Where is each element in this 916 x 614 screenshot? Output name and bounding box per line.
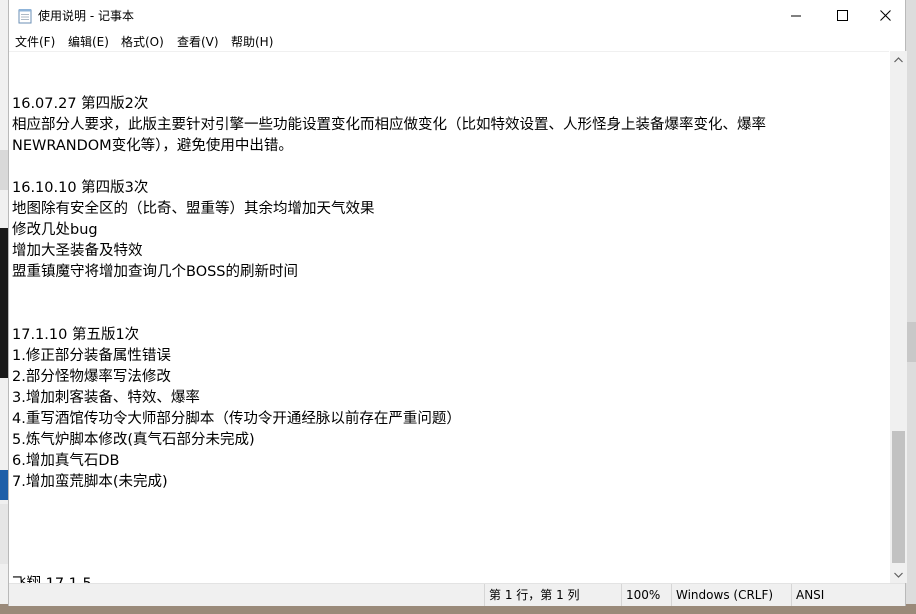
minimize-button[interactable] xyxy=(773,0,819,31)
text-line: 4.重写酒馆传功令大师部分脚本（传功令开通经脉以前存在严重问题） xyxy=(12,411,461,427)
text-line: 7.增加蛮荒脚本(未完成) xyxy=(12,474,168,490)
scroll-down-button[interactable] xyxy=(890,566,907,583)
chevron-down-icon xyxy=(894,572,903,578)
background-right-strip xyxy=(906,0,916,614)
encoding: ANSI xyxy=(791,584,905,606)
text-line: 相应部分人要求，此版主要针对引擎一些功能设置变化而相应做变化（比如特效设置、人形… xyxy=(12,117,766,133)
text-line: 增加大圣装备及特效 xyxy=(12,243,143,259)
menu-bar: 文件(F) 编辑(E) 格式(O) 查看(V) 帮助(H) xyxy=(9,31,905,51)
menu-edit[interactable]: 编辑(E) xyxy=(68,33,109,50)
chevron-up-icon xyxy=(894,56,903,62)
notepad-window: 使用说明 - 记事本 文件(F) 编辑(E) 格式(O) 查看(V) 帮助(H)… xyxy=(8,0,907,606)
scroll-thumb[interactable] xyxy=(892,431,905,563)
notepad-icon xyxy=(18,9,32,24)
window-title: 使用说明 - 记事本 xyxy=(38,9,134,23)
close-button[interactable] xyxy=(862,0,908,31)
scroll-up-button[interactable] xyxy=(890,51,907,68)
maximize-button[interactable] xyxy=(819,0,865,31)
text-line: 盟重镇魔守将增加查询几个BOSS的刷新时间 xyxy=(12,264,299,280)
vertical-scrollbar[interactable] xyxy=(890,51,907,583)
text-line: 修改几处bug xyxy=(12,222,98,238)
text-line: 16.07.27 第四版2次 xyxy=(12,96,149,112)
zoom-level: 100% xyxy=(621,584,671,606)
menu-help[interactable]: 帮助(H) xyxy=(231,33,273,50)
maximize-icon xyxy=(836,10,848,21)
cursor-position: 第 1 行，第 1 列 xyxy=(484,584,621,606)
text-line: NEWRANDOM变化等），避免使用中出错。 xyxy=(12,138,293,154)
text-line: 6.增加真气石DB xyxy=(12,453,120,469)
text-line: 17.1.10 第五版1次 xyxy=(12,327,140,343)
text-line: 1.修正部分装备属性错误 xyxy=(12,348,171,364)
text-line-partial: 飞翔 17.1.5 xyxy=(12,574,92,583)
line-ending: Windows (CRLF) xyxy=(671,584,791,606)
text-line: 2.部分怪物爆率写法修改 xyxy=(12,369,171,385)
title-bar[interactable]: 使用说明 - 记事本 xyxy=(9,0,905,31)
menu-view[interactable]: 查看(V) xyxy=(177,33,219,50)
menu-format[interactable]: 格式(O) xyxy=(121,33,164,50)
text-line: 3.增加刺客装备、特效、爆率 xyxy=(12,390,200,406)
text-line: 16.10.10 第四版3次 xyxy=(12,180,149,196)
text-line: 5.炼气炉脚本修改(真气石部分未完成) xyxy=(12,432,255,448)
status-bar: 第 1 行，第 1 列 100% Windows (CRLF) ANSI xyxy=(9,583,905,606)
close-icon xyxy=(879,10,891,21)
menu-file[interactable]: 文件(F) xyxy=(15,33,55,50)
text-line: 地图除有安全区的（比奇、盟重等）其余均增加天气效果 xyxy=(12,201,375,217)
minimize-icon xyxy=(791,15,801,16)
text-editor[interactable]: 16.07.27 第四版2次 相应部分人要求，此版主要针对引擎一些功能设置变化而… xyxy=(9,51,889,583)
